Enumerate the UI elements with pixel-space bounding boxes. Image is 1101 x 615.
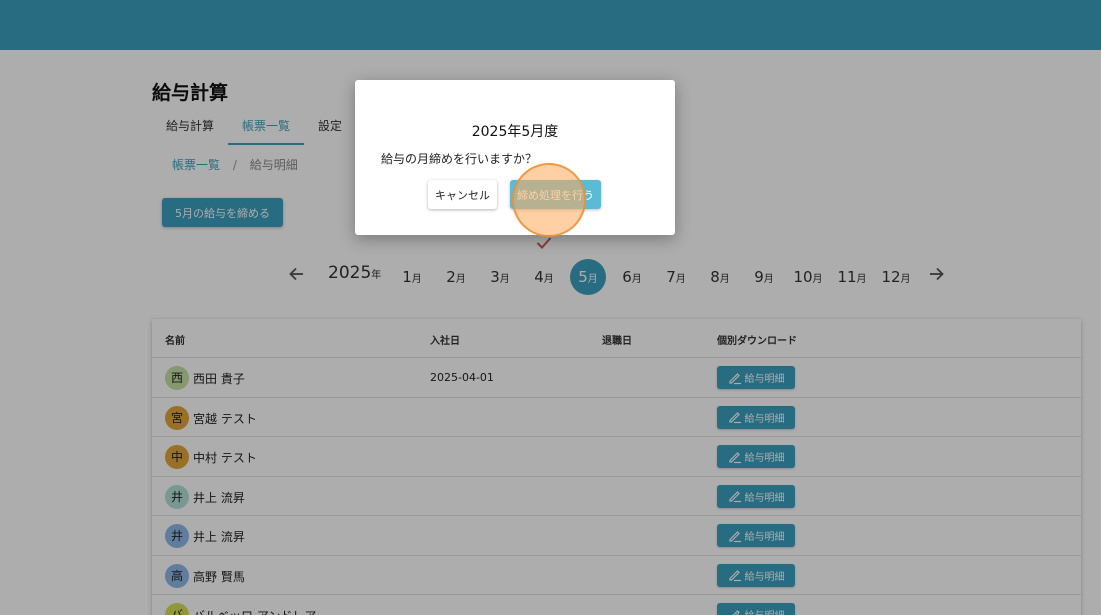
cancel-button[interactable]: キャンセル [428, 180, 497, 209]
app-page: 給与計算 給与計算 帳票一覧 設定 帳票一覧 / 給与明細 5月の給与を締める … [0, 0, 1101, 615]
confirm-close-button[interactable]: 締め処理を行う [510, 180, 601, 209]
close-month-dialog: 2025年5月度 給与の月締めを行いますか？ キャンセル 締め処理を行う [355, 80, 675, 235]
dialog-title: 2025年5月度 [471, 124, 559, 140]
dialog-message: 給与の月締めを行いますか？ [381, 152, 538, 166]
